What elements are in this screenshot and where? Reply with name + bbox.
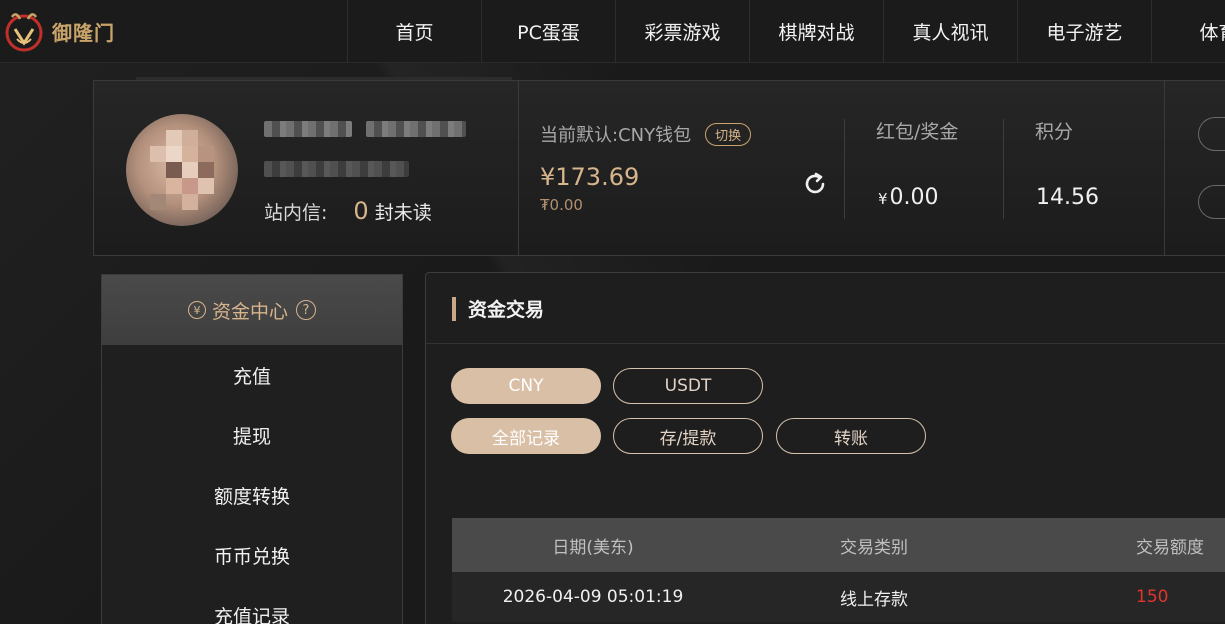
coin-icon: ¥	[187, 301, 206, 319]
sidebar-item-withdraw[interactable]: 提现	[102, 405, 402, 465]
sidebar-item-coin-exchange[interactable]: 币币兑换	[102, 525, 402, 585]
nav-item-pc-dandan[interactable]: PC蛋蛋	[481, 0, 615, 62]
bonus-value: ¥0.00	[878, 185, 939, 210]
page-root: 御隆门 首页 PC蛋蛋 彩票游戏 棋牌对战 真人视讯 电子游艺 体育	[0, 0, 1225, 624]
bonus-label: 红包/奖金	[876, 121, 959, 143]
transactions-table-header: 日期(美东) 交易类别 交易额度	[452, 518, 1225, 572]
row-date: 2026-04-09 05:01:19	[502, 587, 684, 607]
bonus-amount: 0.00	[889, 185, 939, 210]
switch-wallet-button[interactable]: 切换	[705, 122, 752, 146]
points-label: 积分	[1035, 121, 1074, 143]
stat-divider	[844, 119, 845, 219]
right-action-button-1[interactable]	[1198, 117, 1225, 151]
column-header-type: 交易类别	[840, 537, 908, 558]
fund-transactions-panel: 资金交易 CNY USDT 全部记录 存/提款 转账 日期(美东) 交易类别 交…	[425, 272, 1225, 624]
fund-center-sidebar: ¥ 资金中心 ? 充值 提现 额度转换 币币兑换 充值记录	[101, 274, 403, 624]
nav-item-home[interactable]: 首页	[347, 0, 481, 62]
inbox-summary[interactable]: 站内信: 0 封未读	[264, 197, 432, 225]
panel-title-text: 资金交易	[468, 299, 545, 321]
wallet-balance: ¥173.69	[540, 163, 640, 191]
default-wallet-label: 当前默认:	[540, 125, 619, 146]
avatar[interactable]	[126, 114, 238, 226]
username-redacted	[264, 121, 352, 137]
help-icon[interactable]: ?	[296, 300, 316, 320]
logo-text: 御隆门	[52, 20, 115, 45]
title-accent-bar	[452, 296, 456, 321]
bonus-currency: ¥	[878, 190, 888, 208]
inbox-unread-count: 0	[353, 197, 369, 225]
row-amount-value: 150	[1136, 587, 1169, 607]
nav-menu: 首页 PC蛋蛋 彩票游戏 棋牌对战 真人视讯 电子游艺 体育	[347, 0, 1225, 62]
stat-divider	[1003, 119, 1004, 219]
nav-item-sports[interactable]: 体育	[1151, 0, 1225, 62]
row-type: 线上存款	[840, 589, 908, 610]
column-header-amount-text: 交易额度	[1136, 537, 1204, 558]
default-wallet-row: 当前默认: CNY钱包 切换	[540, 121, 752, 147]
sidebar-item-deposit[interactable]: 充值	[102, 345, 402, 405]
profile-card: 站内信: 0 封未读 当前默认: CNY钱包 切换 ¥173.69 ₮0.00 …	[93, 77, 1225, 256]
column-header-date: 日期(美东)	[552, 537, 634, 558]
sidebar-title: 资金中心	[211, 300, 288, 323]
card-divider	[1164, 81, 1165, 255]
nav-item-card-games[interactable]: 棋牌对战	[749, 0, 883, 62]
points-value: 14.56	[1036, 185, 1099, 210]
nav-item-lottery[interactable]: 彩票游戏	[615, 0, 749, 62]
default-wallet-name: CNY钱包	[618, 125, 692, 146]
panel-divider	[426, 343, 1225, 344]
logo-mark-icon	[4, 9, 44, 53]
sidebar-header: ¥ 资金中心 ?	[102, 275, 402, 345]
panel-title: 资金交易	[452, 295, 544, 322]
column-header-amount: 交易额度	[1014, 533, 1225, 558]
tab-filter-transfer[interactable]: 转账	[776, 418, 926, 454]
wallet-sub-balance: ₮0.00	[540, 196, 583, 214]
nav-item-live-casino[interactable]: 真人视讯	[883, 0, 1017, 62]
tab-filter-all[interactable]: 全部记录	[451, 418, 601, 454]
refresh-icon[interactable]	[802, 171, 828, 197]
card-top-accent	[136, 77, 512, 80]
top-nav: 御隆门 首页 PC蛋蛋 彩票游戏 棋牌对战 真人视讯 电子游艺 体育	[0, 0, 1225, 63]
sidebar-item-transfer-credit[interactable]: 额度转换	[102, 465, 402, 525]
nav-item-slots[interactable]: 电子游艺	[1017, 0, 1151, 62]
inbox-label: 站内信:	[264, 202, 328, 224]
account-redacted	[366, 121, 466, 137]
tab-currency-usdt[interactable]: USDT	[613, 368, 763, 404]
tab-currency-cny[interactable]: CNY	[451, 368, 601, 404]
sidebar-item-deposit-history[interactable]: 充值记录	[102, 585, 402, 624]
right-action-button-2[interactable]	[1198, 185, 1225, 219]
table-row[interactable]: 2026-04-09 05:01:19 线上存款 150	[452, 572, 1225, 622]
card-divider	[518, 81, 519, 255]
tab-filter-deposit-withdraw[interactable]: 存/提款	[613, 418, 763, 454]
brand-logo[interactable]: 御隆门	[4, 6, 124, 56]
inbox-unread-unit: 封未读	[374, 202, 432, 224]
member-level-redacted	[264, 161, 409, 177]
row-amount: 150	[1014, 587, 1225, 607]
